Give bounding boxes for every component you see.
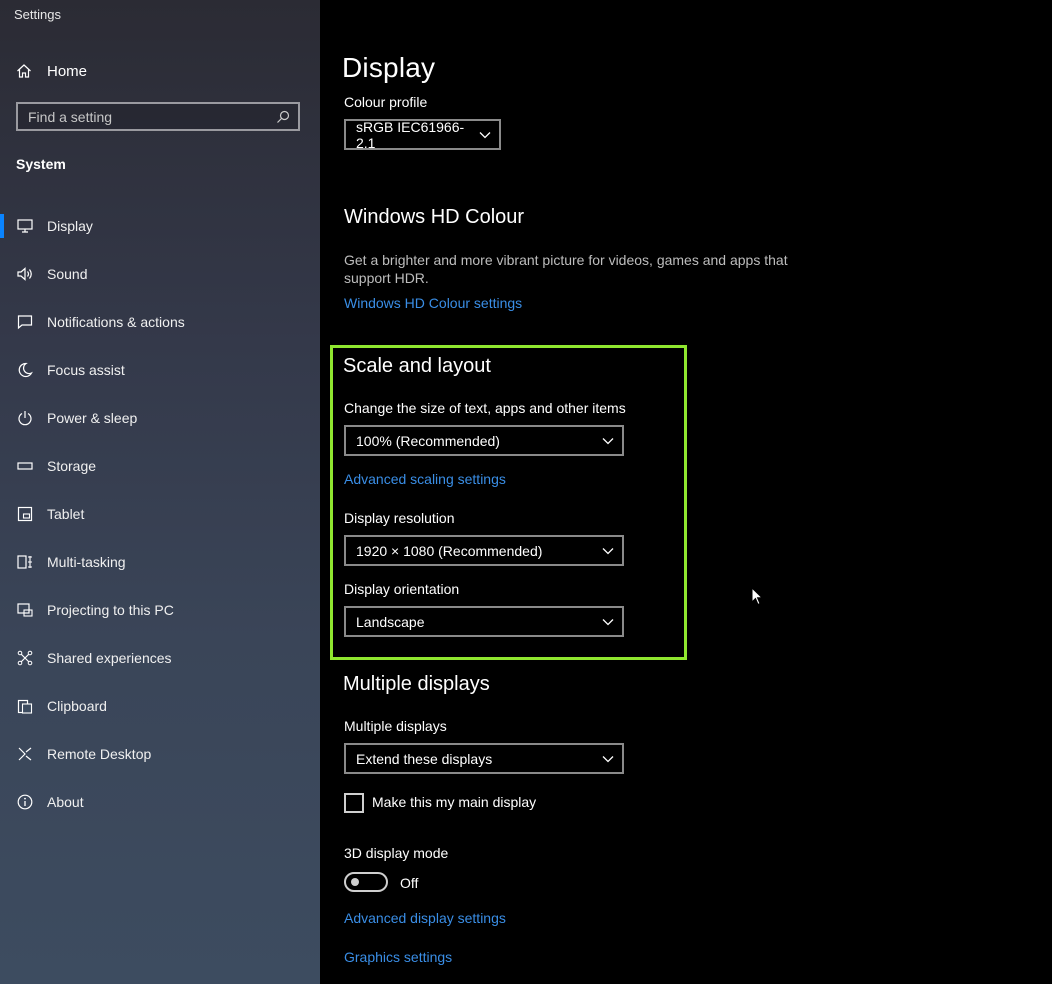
3d-mode-state: Off	[400, 875, 419, 891]
sidebar-item-display[interactable]: Display	[0, 202, 320, 250]
hd-colour-settings-link[interactable]: Windows HD Colour settings	[344, 295, 522, 311]
colour-profile-value: sRGB IEC61966-2.1	[356, 118, 465, 151]
search-icon[interactable]	[276, 110, 290, 124]
sidebar-nav: Display Sound Notifications & actions Fo…	[0, 202, 320, 826]
section-heading-system: System	[16, 156, 66, 172]
power-icon	[16, 409, 34, 427]
resolution-label: Display resolution	[344, 510, 455, 526]
resolution-value: 1920 × 1080 (Recommended)	[356, 542, 543, 559]
clipboard-icon	[16, 697, 34, 715]
colour-profile-dropdown[interactable]: sRGB IEC61966-2.1	[344, 118, 501, 151]
resolution-dropdown[interactable]: 1920 × 1080 (Recommended)	[344, 535, 624, 566]
main-display-checkbox[interactable]	[344, 793, 364, 813]
sidebar-item-focus-assist[interactable]: Focus assist	[0, 346, 320, 394]
scale-size-value: 100% (Recommended)	[356, 432, 500, 449]
home-label: Home	[47, 62, 88, 80]
main-content: Display Colour profile sRGB IEC61966-2.1…	[320, 0, 1052, 984]
sidebar-item-label: Remote Desktop	[47, 746, 152, 762]
page-title: Display	[342, 52, 436, 83]
multiple-displays-dropdown[interactable]: Extend these displays	[344, 743, 624, 774]
notification-icon	[16, 313, 34, 331]
storage-icon	[16, 457, 34, 475]
chevron-down-icon	[602, 547, 614, 555]
orientation-value: Landscape	[356, 613, 425, 630]
mouse-cursor-icon	[751, 587, 763, 607]
hd-colour-description: Get a brighter and more vibrant picture …	[344, 252, 788, 286]
sidebar-item-clipboard[interactable]: Clipboard	[0, 682, 320, 730]
chevron-down-icon	[602, 618, 614, 626]
3d-mode-label: 3D display mode	[344, 845, 449, 861]
orientation-dropdown[interactable]: Landscape	[344, 606, 624, 637]
sidebar-item-label: Shared experiences	[47, 650, 172, 666]
app-title: Settings	[14, 7, 61, 22]
multiple-displays-value: Extend these displays	[356, 750, 493, 767]
chevron-down-icon	[479, 131, 491, 139]
sidebar-item-projecting[interactable]: Projecting to this PC	[0, 586, 320, 634]
sidebar-item-shared-experiences[interactable]: Shared experiences	[0, 634, 320, 682]
sidebar-item-label: Sound	[47, 266, 88, 282]
sidebar-item-tablet[interactable]: Tablet	[0, 490, 320, 538]
multiple-displays-label: Multiple displays	[344, 718, 447, 734]
monitor-icon	[16, 217, 34, 235]
sidebar-item-power-sleep[interactable]: Power & sleep	[0, 394, 320, 442]
remote-desktop-icon	[16, 745, 34, 763]
graphics-settings-link[interactable]: Graphics settings	[344, 949, 452, 965]
advanced-display-settings-link[interactable]: Advanced display settings	[344, 910, 506, 926]
shared-icon	[16, 649, 34, 667]
3d-mode-toggle[interactable]	[344, 872, 388, 892]
moon-icon	[16, 361, 34, 379]
sidebar-item-label: Power & sleep	[47, 410, 138, 426]
scale-layout-heading: Scale and layout	[343, 355, 491, 377]
scale-size-dropdown[interactable]: 100% (Recommended)	[344, 425, 624, 456]
sidebar-item-label: About	[47, 794, 84, 810]
sidebar-item-label: Notifications & actions	[47, 314, 185, 330]
sidebar-item-label: Tablet	[47, 506, 85, 522]
chevron-down-icon	[602, 437, 614, 445]
orientation-label: Display orientation	[344, 581, 460, 597]
hd-colour-heading: Windows HD Colour	[344, 206, 525, 228]
advanced-scaling-link[interactable]: Advanced scaling settings	[344, 471, 506, 487]
info-icon	[16, 793, 34, 811]
home-nav-item[interactable]: Home	[16, 60, 87, 82]
tablet-icon	[16, 505, 34, 523]
sidebar-item-label: Projecting to this PC	[47, 602, 174, 618]
sidebar-item-sound[interactable]: Sound	[0, 250, 320, 298]
sidebar-item-label: Focus assist	[47, 362, 125, 378]
sidebar-item-multitasking[interactable]: Multi-tasking	[0, 538, 320, 586]
search-placeholder: Find a setting	[28, 108, 113, 125]
multiple-displays-heading: Multiple displays	[343, 673, 490, 695]
colour-profile-label: Colour profile	[344, 94, 428, 110]
sidebar-item-label: Display	[47, 218, 93, 234]
sidebar-item-label: Clipboard	[47, 698, 107, 714]
scale-size-label: Change the size of text, apps and other …	[344, 400, 626, 416]
multitasking-icon	[16, 553, 34, 571]
sidebar-item-notifications[interactable]: Notifications & actions	[0, 298, 320, 346]
home-icon	[16, 63, 32, 79]
sidebar: Settings Home Find a setting System Disp…	[0, 0, 320, 984]
main-display-checkbox-label[interactable]: Make this my main display	[372, 794, 536, 810]
sidebar-item-storage[interactable]: Storage	[0, 442, 320, 490]
speaker-icon	[16, 265, 34, 283]
sidebar-item-label: Storage	[47, 458, 97, 474]
search-input[interactable]: Find a setting	[16, 102, 300, 131]
projecting-icon	[16, 601, 34, 619]
sidebar-item-about[interactable]: About	[0, 778, 320, 826]
sidebar-item-label: Multi-tasking	[47, 554, 126, 570]
chevron-down-icon	[602, 755, 614, 763]
toggle-knob	[351, 878, 359, 886]
sidebar-item-remote-desktop[interactable]: Remote Desktop	[0, 730, 320, 778]
